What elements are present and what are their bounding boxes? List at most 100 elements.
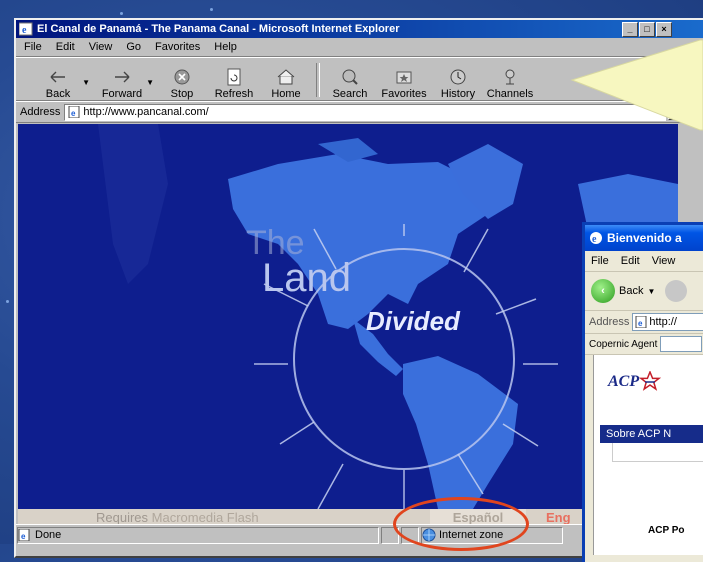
copernic-toolbar: Copernic Agent	[585, 334, 703, 355]
standard-toolbar: Back ▼ Forward ▼ Stop Refresh Home Searc…	[16, 57, 703, 101]
title-land: Land	[262, 256, 351, 300]
channels-label: Channels	[486, 88, 534, 100]
favorites-button[interactable]: Favorites	[376, 60, 432, 100]
status-text: Done	[35, 529, 62, 541]
forward-arrow-icon[interactable]	[665, 280, 688, 302]
svg-text:e: e	[21, 532, 26, 541]
search-label: Search	[332, 88, 368, 100]
toolbar-separator	[316, 63, 320, 97]
menu-favorites[interactable]: Favorites	[155, 41, 200, 53]
second-address-bar: Address e http://	[585, 311, 703, 334]
channels-button[interactable]: Channels	[484, 60, 536, 100]
refresh-icon	[227, 68, 241, 86]
forward-label: Forward	[101, 88, 143, 100]
close-button[interactable]: ×	[656, 22, 672, 37]
second-browser-window: e Bienvenido a File Edit View ‹ Back ▼ A…	[582, 222, 703, 562]
menu-file[interactable]: File	[591, 255, 609, 267]
address-bar: Address e http://www.pancanal.com/ ▼	[16, 101, 703, 123]
page-done-icon: e	[18, 529, 30, 541]
address-label: Address	[20, 106, 61, 118]
history-clock-icon	[450, 69, 466, 85]
acp-logo: ACP	[608, 371, 662, 393]
second-url: http://	[649, 316, 677, 328]
forward-arrow-icon	[115, 71, 130, 83]
background-sparkle	[210, 8, 213, 11]
chevron-down-icon[interactable]: ▼	[146, 78, 154, 87]
second-back-label[interactable]: Back	[619, 285, 643, 297]
address-url: http://www.pancanal.com/	[83, 106, 209, 118]
menu-help[interactable]: Help	[214, 41, 237, 53]
title-divided: Divided	[366, 306, 460, 336]
chevron-down-icon[interactable]: ▼	[647, 287, 655, 296]
background-sparkle	[120, 12, 123, 15]
copernic-label: Copernic Agent	[589, 338, 658, 350]
history-button[interactable]: History	[432, 60, 484, 100]
stop-button[interactable]: Stop	[156, 60, 208, 100]
page-content: The Land Divided Requires Macromedia Fla…	[18, 124, 678, 524]
second-title-bar[interactable]: e Bienvenido a	[585, 225, 703, 251]
star-logo-icon	[639, 371, 662, 391]
chevron-down-icon[interactable]: ▼	[82, 78, 90, 87]
second-window-title: Bienvenido a	[607, 231, 682, 245]
macromedia-flash-link[interactable]: Macromedia Flash	[152, 510, 259, 524]
menu-go[interactable]: Go	[126, 41, 141, 53]
minimize-button[interactable]: _	[622, 22, 638, 37]
menu-edit[interactable]: Edit	[621, 255, 640, 267]
window-title: El Canal de Panamá - The Panama Canal - …	[37, 23, 400, 35]
forward-button[interactable]: Forward ▼	[96, 60, 154, 100]
english-link[interactable]: Eng	[546, 510, 571, 524]
second-page-content: ACP Sobre ACP N ACP Po	[593, 355, 703, 555]
title-bar[interactable]: e El Canal de Panamá - The Panama Canal …	[16, 20, 703, 38]
svg-text:e: e	[22, 25, 27, 36]
page-icon: e	[635, 316, 647, 328]
address-input[interactable]: e http://www.pancanal.com/	[64, 103, 667, 121]
menu-edit[interactable]: Edit	[56, 41, 75, 53]
status-main: e Done	[17, 526, 379, 544]
back-arrow-icon	[50, 71, 65, 83]
maximize-button[interactable]: □	[639, 22, 655, 37]
stop-label: Stop	[170, 88, 194, 100]
svg-text:e: e	[638, 319, 643, 328]
menu-file[interactable]: File	[24, 41, 42, 53]
flash-bar: Requires Macromedia Flash Español Eng	[18, 509, 678, 524]
page-icon: e	[68, 106, 80, 118]
ie-logo-icon: e	[19, 22, 33, 36]
requires-flash-text: Requires Macromedia Flash	[96, 510, 259, 524]
second-menu-bar: File Edit View	[585, 251, 703, 272]
home-icon	[277, 69, 295, 85]
requires-prefix: Requires	[96, 510, 149, 524]
favorites-label: Favorites	[381, 88, 427, 100]
address-dropdown-icon[interactable]: ▼	[668, 104, 685, 120]
channels-satellite-icon	[505, 69, 515, 85]
background-sparkle	[6, 300, 9, 303]
home-label: Home	[271, 88, 301, 100]
stop-icon	[174, 69, 190, 85]
highlight-circle	[393, 497, 529, 551]
back-button[interactable]: Back ▼	[32, 60, 90, 100]
acp-nav-bar[interactable]: Sobre ACP N	[600, 425, 703, 443]
back-arrow-icon[interactable]: ‹	[591, 279, 615, 303]
refresh-button[interactable]: Refresh	[208, 60, 260, 100]
home-button[interactable]: Home	[260, 60, 312, 100]
acp-logo-text: ACP	[608, 373, 640, 390]
ie-logo-icon: e	[590, 232, 602, 245]
refresh-label: Refresh	[214, 88, 254, 100]
history-label: History	[440, 88, 476, 100]
acp-tab	[612, 443, 703, 462]
menu-view[interactable]: View	[652, 255, 676, 267]
svg-text:e: e	[592, 234, 597, 245]
favorites-folder-icon	[396, 71, 412, 84]
back-label: Back	[45, 88, 71, 100]
acp-bottom-text: ACP Po	[648, 525, 685, 536]
search-button[interactable]: Search	[324, 60, 376, 100]
second-address-label: Address	[589, 316, 630, 328]
svg-text:e: e	[71, 109, 76, 118]
second-address-input[interactable]: e http://	[632, 313, 703, 331]
search-globe-icon	[342, 69, 358, 85]
menu-view[interactable]: View	[89, 41, 113, 53]
acp-nav-label[interactable]: Sobre ACP N	[606, 428, 671, 440]
copernic-input[interactable]	[660, 336, 703, 352]
second-nav-toolbar: ‹ Back ▼	[585, 272, 703, 311]
world-map-illustration	[18, 124, 678, 509]
menu-bar: File Edit View Go Favorites Help	[16, 38, 703, 57]
